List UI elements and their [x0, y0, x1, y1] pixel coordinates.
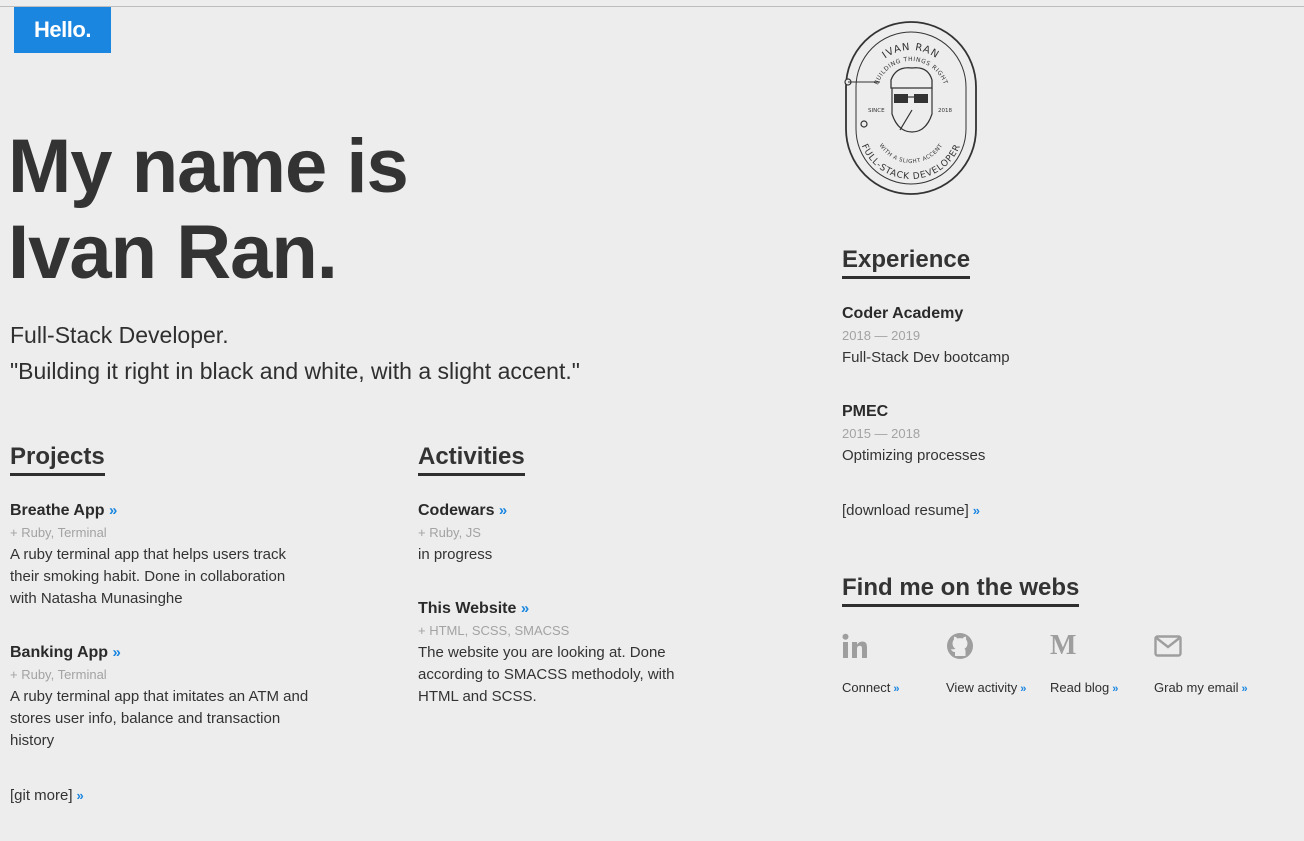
arrow-icon[interactable]: » [893, 683, 899, 695]
arrow-icon[interactable]: » [113, 644, 121, 661]
grab-email-label[interactable]: Grab my email [1154, 680, 1239, 695]
linkedin-icon[interactable] [842, 630, 874, 662]
company-name: Coder Academy [842, 305, 964, 322]
email-link[interactable]: Grab my email» [1154, 630, 1254, 695]
connect-label[interactable]: Connect [842, 680, 890, 695]
experience-years: 2015 — 2018 [842, 426, 921, 441]
experience-role: Full-Stack Dev bootcamp [842, 349, 1010, 366]
webs-heading: Find me on the webs [842, 574, 1080, 607]
job-title: Full-Stack Developer. [10, 322, 229, 348]
svg-text:WITH A SLIGHT ACCENT: WITH A SLIGHT ACCENT [878, 143, 945, 165]
svg-text:BUILDING THINGS RIGHT: BUILDING THINGS RIGHT [873, 56, 949, 86]
activity-item: This Website » + HTML, SCSS, SMACSS The … [418, 599, 688, 708]
arrow-icon[interactable]: » [973, 503, 980, 518]
arrow-icon[interactable]: » [1112, 683, 1118, 695]
arrow-icon[interactable]: » [77, 788, 84, 803]
activity-item: Codewars » + Ruby, JS in progress [418, 501, 688, 566]
project-tags: + Ruby, Terminal [10, 525, 107, 540]
project-description: A ruby terminal app that helps users tra… [10, 546, 286, 607]
arrow-icon[interactable]: » [1242, 683, 1248, 695]
git-more-label[interactable]: [git more] [10, 787, 73, 804]
hero-line-1: My name is [8, 124, 409, 209]
experience-item: PMEC 2015 — 2018 Optimizing processes [842, 402, 1142, 467]
svg-text:SINCE: SINCE [868, 108, 885, 114]
activity-description: The website you are looking at. Done acc… [418, 644, 675, 705]
experience-heading: Experience [842, 246, 971, 279]
tagline-quote: "Building it right in black and white, w… [10, 358, 580, 384]
hello-badge: Hello. [14, 7, 111, 53]
download-resume-link[interactable]: [download resume] » [842, 502, 980, 519]
activity-name-link[interactable]: Codewars [418, 502, 494, 519]
top-border [0, 6, 1304, 7]
project-item: Banking App » + Ruby, Terminal A ruby te… [10, 643, 310, 752]
arrow-icon[interactable]: » [499, 502, 507, 519]
company-name: PMEC [842, 403, 889, 420]
hero-line-2: Ivan Ran. [8, 210, 338, 295]
project-name-link[interactable]: Breathe App [10, 502, 105, 519]
download-resume-label[interactable]: [download resume] [842, 502, 969, 519]
activity-tags: + HTML, SCSS, SMACSS [418, 623, 570, 638]
project-tags: + Ruby, Terminal [10, 667, 107, 682]
experience-years: 2018 — 2019 [842, 328, 921, 343]
svg-text:2018: 2018 [938, 108, 952, 114]
experience-role: Optimizing processes [842, 447, 986, 464]
project-name-link[interactable]: Banking App [10, 644, 108, 661]
project-item: Breathe App » + Ruby, Terminal A ruby te… [10, 501, 310, 610]
git-more-link[interactable]: [git more] » [10, 787, 84, 804]
activity-description: in progress [418, 546, 493, 563]
arrow-icon[interactable]: » [109, 502, 117, 519]
arrow-icon[interactable]: » [1020, 683, 1026, 695]
read-blog-label[interactable]: Read blog [1050, 680, 1109, 695]
view-activity-label[interactable]: View activity [946, 680, 1017, 695]
experience-item: Coder Academy 2018 — 2019 Full-Stack Dev… [842, 304, 1142, 369]
project-description: A ruby terminal app that imitates an ATM… [10, 688, 309, 749]
ivan-ran-logo: IVAN RAN BUILDING THINGS RIGHT SINCE 201… [844, 21, 977, 195]
medium-icon[interactable]: M [1050, 630, 1082, 662]
linkedin-link[interactable]: Connect» [842, 630, 942, 695]
mail-icon[interactable] [1154, 630, 1186, 662]
activities-heading: Activities [418, 443, 525, 476]
hero-title: My name is Ivan Ran. [8, 124, 409, 296]
activity-name-link[interactable]: This Website [418, 600, 516, 617]
github-link[interactable]: View activity» [946, 630, 1046, 695]
projects-heading: Projects [10, 443, 105, 476]
github-icon[interactable] [946, 630, 978, 662]
activity-tags: + Ruby, JS [418, 525, 481, 540]
arrow-icon[interactable]: » [521, 600, 529, 617]
medium-link[interactable]: M Read blog» [1050, 630, 1150, 696]
